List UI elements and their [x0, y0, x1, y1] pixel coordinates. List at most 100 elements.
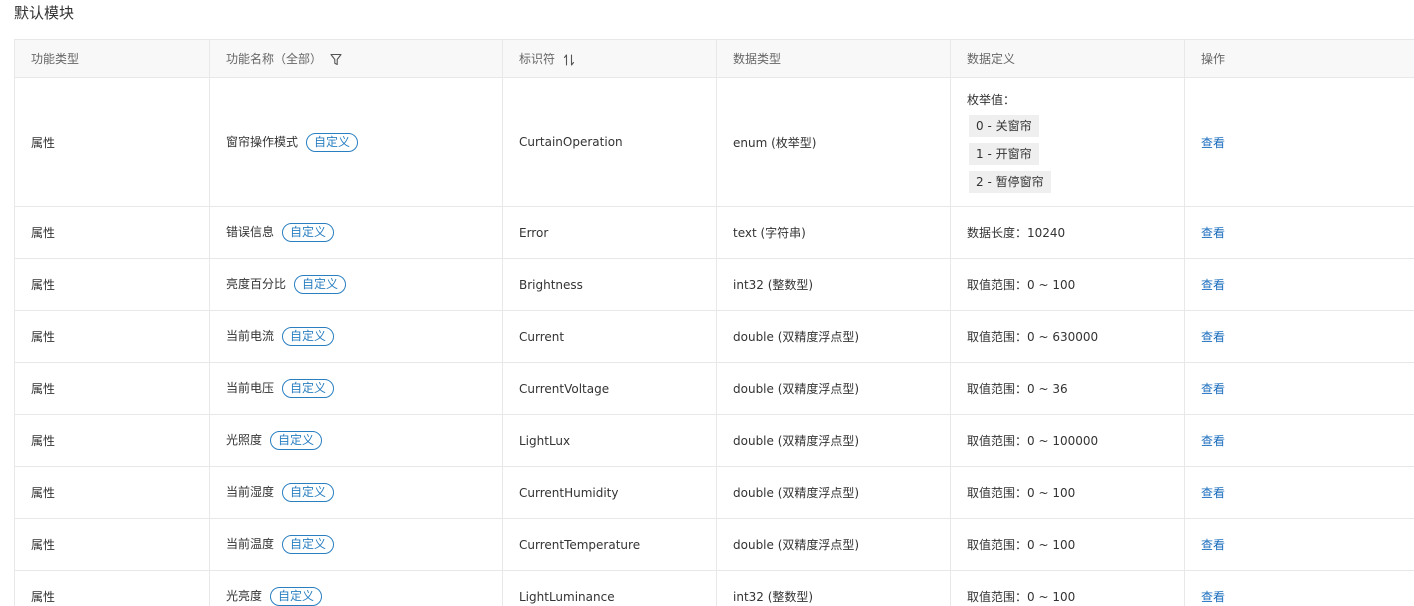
module-title: 默认模块	[14, 4, 75, 22]
table-row: 属性 窗帘操作模式 自定义 CurtainOperation enum (枚举型) 枚举值…	[14, 77, 1414, 207]
filter-icon[interactable]	[330, 53, 342, 66]
header-type: 功能类型	[14, 39, 210, 78]
header-name-label: 功能名称（全部）	[226, 52, 323, 66]
cell-action: 查看	[1184, 518, 1414, 571]
header-action: 操作	[1184, 39, 1414, 78]
feature-type: 属性	[31, 226, 56, 240]
table-row: 属性 亮度百分比 自定义 Brightness int32 (整数型) 取值范围：0 ~ …	[14, 258, 1414, 311]
feature-name: 光照度	[226, 433, 263, 447]
table-body: 属性 窗帘操作模式 自定义 CurtainOperation enum (枚举型) 枚举值…	[14, 77, 1414, 606]
feature-identifier: Current	[519, 329, 565, 344]
table-row: 属性 当前电压 自定义 CurrentVoltage double (双精度浮点型) 取值…	[14, 362, 1414, 415]
custom-tag: 自定义	[282, 535, 335, 554]
view-link[interactable]: 查看	[1201, 136, 1225, 150]
view-link[interactable]: 查看	[1201, 590, 1225, 604]
cell-type: 属性	[14, 310, 210, 363]
header-definition-label: 数据定义	[967, 52, 1016, 66]
custom-tag: 自定义	[282, 327, 335, 346]
table-row: 属性 当前电流 自定义 Current double (双精度浮点型) 取值范围：0 ~ …	[14, 310, 1414, 363]
cell-definition: 取值范围：0 ~ 36	[950, 362, 1185, 415]
view-link[interactable]: 查看	[1201, 330, 1225, 344]
feature-name: 光亮度	[226, 589, 263, 603]
feature-identifier: LightLux	[519, 433, 571, 448]
cell-identifier: LightLuminance	[502, 570, 717, 606]
cell-type: 属性	[14, 518, 210, 571]
cell-definition: 数据长度：10240	[950, 206, 1185, 259]
cell-type: 属性	[14, 570, 210, 606]
header-identifier-label: 标识符	[519, 52, 556, 66]
cell-action: 查看	[1184, 77, 1414, 207]
cell-name: 当前电压 自定义	[209, 362, 503, 415]
feature-type: 属性	[31, 486, 56, 500]
enum-value-chip: 0 - 关窗帘	[969, 115, 1039, 137]
cell-data-type: enum (枚举型)	[716, 77, 951, 207]
cell-identifier: CurtainOperation	[502, 77, 717, 207]
feature-type: 属性	[31, 330, 56, 344]
feature-definition: 取值范围：0 ~ 100	[967, 590, 1076, 604]
cell-data-type: double (双精度浮点型)	[716, 466, 951, 519]
feature-name: 当前电压	[226, 381, 275, 395]
cell-action: 查看	[1184, 362, 1414, 415]
feature-identifier: CurrentHumidity	[519, 485, 619, 500]
feature-name: 窗帘操作模式	[226, 134, 299, 149]
table-row: 属性 错误信息 自定义 Error text (字符串) 数据长度：10240 查看	[14, 206, 1414, 259]
header-type-label: 功能类型	[31, 52, 80, 66]
view-link[interactable]: 查看	[1201, 226, 1225, 240]
view-link[interactable]: 查看	[1201, 382, 1225, 396]
cell-definition: 取值范围：0 ~ 100	[950, 518, 1185, 571]
feature-data-type: int32 (整数型)	[733, 590, 814, 604]
cell-type: 属性	[14, 258, 210, 311]
cell-action: 查看	[1184, 414, 1414, 467]
feature-data-type: int32 (整数型)	[733, 278, 814, 292]
feature-identifier: CurrentTemperature	[519, 537, 641, 552]
header-identifier[interactable]: 标识符	[502, 39, 717, 78]
table-row: 属性 光照度 自定义 LightLux double (双精度浮点型) 取值范围：0 ~ …	[14, 414, 1414, 467]
feature-type: 属性	[31, 434, 56, 448]
feature-data-type: double (双精度浮点型)	[733, 434, 860, 448]
custom-tag: 自定义	[270, 431, 323, 450]
feature-type: 属性	[31, 382, 56, 396]
cell-identifier: CurrentVoltage	[502, 362, 717, 415]
custom-tag: 自定义	[294, 275, 347, 294]
view-link[interactable]: 查看	[1201, 486, 1225, 500]
cell-type: 属性	[14, 206, 210, 259]
cell-action: 查看	[1184, 258, 1414, 311]
cell-data-type: double (双精度浮点型)	[716, 310, 951, 363]
view-link[interactable]: 查看	[1201, 538, 1225, 552]
feature-definition: 取值范围：0 ~ 630000	[967, 330, 1099, 344]
cell-type: 属性	[14, 466, 210, 519]
feature-definition: 取值范围：0 ~ 100	[967, 278, 1076, 292]
cell-name: 光照度 自定义	[209, 414, 503, 467]
cell-type: 属性	[14, 77, 210, 207]
feature-identifier: LightLuminance	[519, 589, 615, 604]
sort-icon[interactable]	[563, 53, 575, 66]
header-data-type-label: 数据类型	[733, 52, 782, 66]
feature-data-type: text (字符串)	[733, 226, 806, 240]
feature-identifier: Brightness	[519, 277, 583, 292]
view-link[interactable]: 查看	[1201, 434, 1225, 448]
custom-tag: 自定义	[282, 223, 335, 242]
feature-definition: 取值范围：0 ~ 100	[967, 486, 1076, 500]
cell-action: 查看	[1184, 570, 1414, 606]
cell-action: 查看	[1184, 466, 1414, 519]
header-action-label: 操作	[1201, 52, 1226, 66]
cell-identifier: Current	[502, 310, 717, 363]
custom-tag: 自定义	[282, 379, 335, 398]
cell-identifier: Brightness	[502, 258, 717, 311]
cell-name: 窗帘操作模式 自定义	[209, 77, 503, 207]
table-row: 属性 光亮度 自定义 LightLuminance int32 (整数型) 取值范围：0 …	[14, 570, 1414, 606]
feature-identifier: Error	[519, 225, 549, 240]
custom-tag: 自定义	[282, 483, 335, 502]
cell-definition: 取值范围：0 ~ 630000	[950, 310, 1185, 363]
cell-data-type: int32 (整数型)	[716, 258, 951, 311]
feature-definition: 数据长度：10240	[967, 226, 1066, 240]
header-name[interactable]: 功能名称（全部）	[209, 39, 503, 78]
cell-action: 查看	[1184, 206, 1414, 259]
cell-definition: 枚举值： 0 - 关窗帘 1 - 开窗帘 2 - 暂停窗帘	[950, 77, 1185, 207]
cell-name: 光亮度 自定义	[209, 570, 503, 606]
cell-data-type: double (双精度浮点型)	[716, 518, 951, 571]
cell-type: 属性	[14, 362, 210, 415]
view-link[interactable]: 查看	[1201, 278, 1225, 292]
feature-data-type: double (双精度浮点型)	[733, 486, 860, 500]
feature-data-type: enum (枚举型)	[733, 135, 817, 150]
